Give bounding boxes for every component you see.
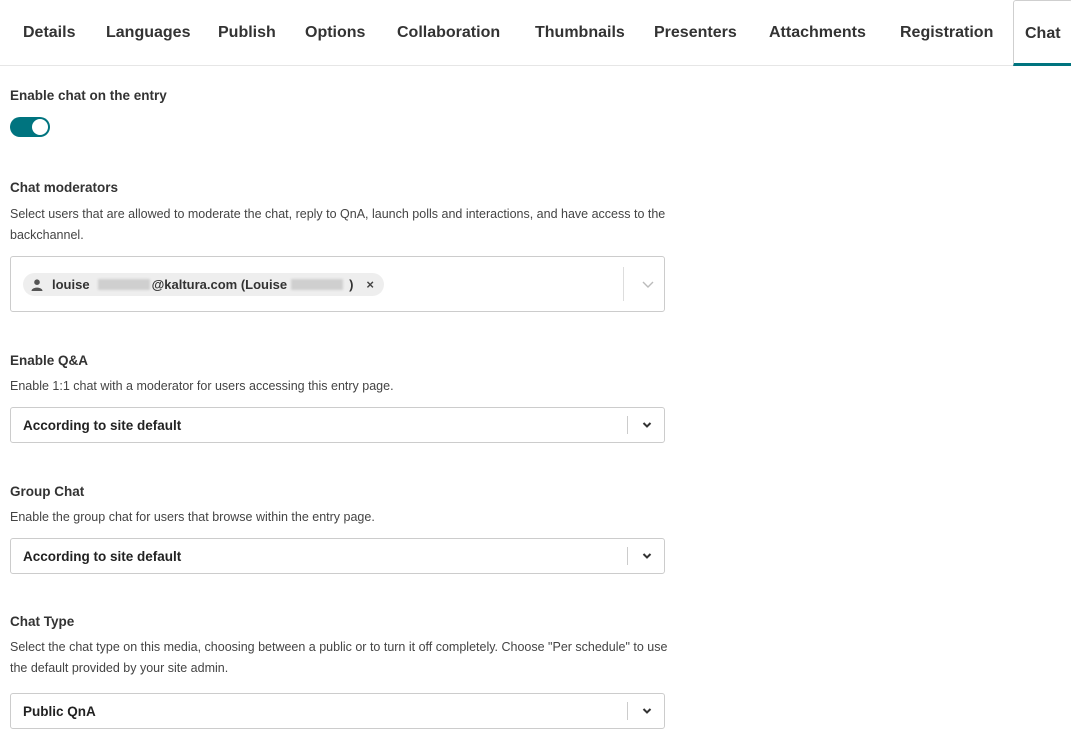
tab-languages[interactable]: Languages [106,0,190,66]
tab-collaboration[interactable]: Collaboration [397,0,500,66]
group-chat-description: Enable the group chat for users that bro… [10,510,375,524]
chevron-down-icon[interactable] [641,277,655,291]
tab-details[interactable]: Details [23,0,75,66]
chat-moderators-label: Chat moderators [10,180,119,195]
group-chat-value: According to site default [23,549,182,564]
chat-type-label: Chat Type [10,614,75,629]
group-chat-label: Group Chat [10,484,85,499]
tab-attachments[interactable]: Attachments [769,0,866,66]
enable-qna-label: Enable Q&A [10,353,89,368]
moderator-chip-close-paren: ) [349,277,354,292]
redacted-block [97,279,150,290]
chat-type-description: Select the chat type on this media, choo… [10,640,668,675]
tab-registration[interactable]: Registration [900,0,993,66]
enable-chat-label: Enable chat on the entry [10,88,167,103]
chevron-down-icon [642,553,652,559]
remove-moderator-icon[interactable]: × [366,277,374,292]
tab-thumbnails[interactable]: Thumbnails [535,0,625,66]
chevron-down-icon [642,708,652,714]
tab-bar: Details Languages Publish Options Collab… [0,0,1071,66]
chat-type-value: Public QnA [23,704,96,719]
select-separator [627,547,628,565]
moderator-chip: louise @kaltura.com (Louise ) × [23,273,384,296]
enable-qna-description: Enable 1:1 chat with a moderator for use… [10,379,394,393]
select-separator [623,267,624,301]
chat-moderators-description: Select users that are allowed to moderat… [10,207,666,242]
enable-chat-toggle[interactable] [10,117,50,137]
chat-moderators-select[interactable]: louise @kaltura.com (Louise ) × [10,256,665,312]
moderator-email-prefix: louise [52,277,90,292]
redacted-block [291,279,344,290]
select-separator [627,702,628,720]
user-icon [31,278,43,291]
tab-chat[interactable]: Chat [1013,0,1071,66]
tab-presenters[interactable]: Presenters [654,0,737,66]
toggle-knob [32,119,48,135]
enable-qna-value: According to site default [23,418,182,433]
select-separator [627,416,628,434]
moderator-email-domain: @kaltura.com (Louise [151,277,288,292]
group-chat-select[interactable]: According to site default [10,538,665,574]
tab-publish[interactable]: Publish [218,0,276,66]
chat-type-select[interactable]: Public QnA [10,693,665,729]
enable-qna-select[interactable]: According to site default [10,407,665,443]
tab-options[interactable]: Options [305,0,365,66]
chevron-down-icon [642,422,652,428]
